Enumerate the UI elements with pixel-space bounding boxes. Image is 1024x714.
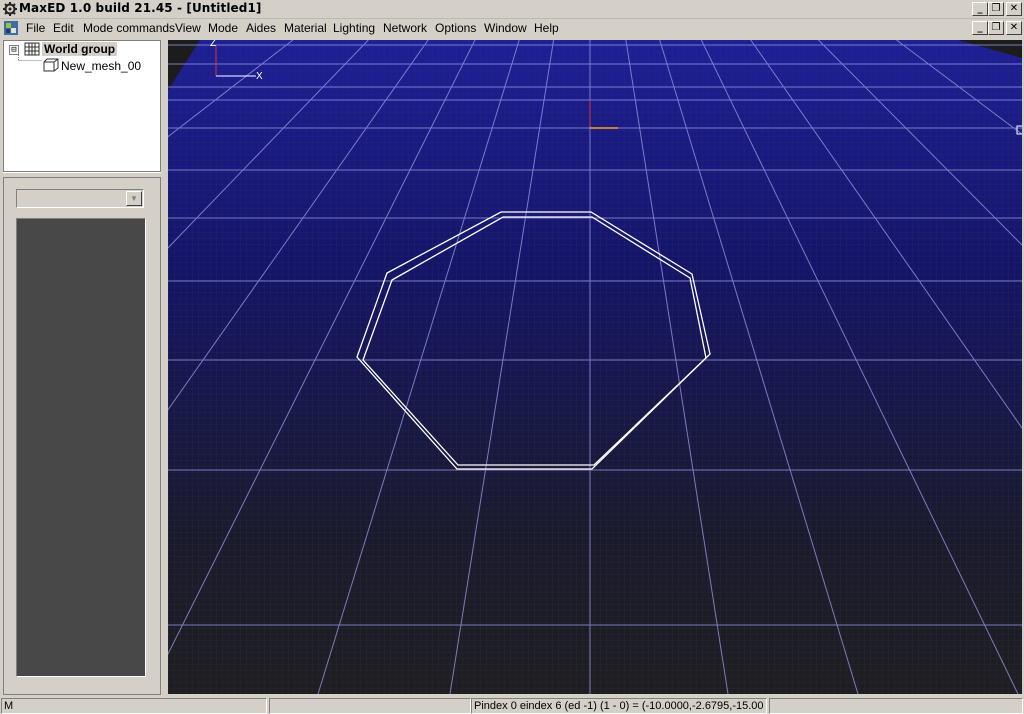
menu-material[interactable]: Material — [284, 21, 327, 35]
document-icon[interactable] — [3, 20, 19, 36]
menu-mode[interactable]: Mode — [208, 21, 238, 35]
menu-mode-commands[interactable]: Mode commands — [83, 21, 175, 35]
mdi-restore-button[interactable]: ❐ — [988, 21, 1004, 35]
property-select[interactable]: ▼ — [16, 189, 144, 208]
status-panel-left: M — [1, 698, 267, 714]
status-panel-middle — [269, 698, 471, 714]
menu-window[interactable]: Window — [484, 21, 527, 35]
menu-edit[interactable]: Edit — [53, 21, 74, 35]
3d-viewport[interactable]: Z X — [168, 40, 1022, 694]
menu-view[interactable]: View — [175, 21, 201, 35]
minor-grid — [168, 40, 1022, 694]
viewport-canvas[interactable]: Z X — [168, 40, 1022, 694]
scene-tree[interactable]: ⊟ World group New_mesh_00 — [3, 40, 161, 172]
mdi-close-button[interactable]: ✕ — [1006, 21, 1022, 35]
tree-connector — [18, 53, 42, 61]
status-panel-info: Pindex 0 eindex 6 (ed -1) (1 - 0) = (-10… — [471, 698, 767, 714]
menu-options[interactable]: Options — [435, 21, 476, 35]
properties-panel: ▼ — [3, 177, 161, 695]
status-panel-right — [769, 698, 1023, 714]
close-button[interactable]: ✕ — [1006, 2, 1022, 16]
chevron-down-icon[interactable]: ▼ — [126, 191, 142, 206]
menu-network[interactable]: Network — [383, 21, 427, 35]
mdi-minimize-button[interactable]: _ — [972, 21, 988, 35]
status-bar: M Pindex 0 eindex 6 (ed -1) (1 - 0) = (-… — [0, 697, 1024, 714]
menu-file[interactable]: File — [26, 21, 45, 35]
menu-bar: File Edit Mode commands View Mode Aides … — [0, 19, 1024, 38]
minimize-button[interactable]: _ — [972, 2, 988, 16]
tree-item-world-group[interactable]: World group — [42, 42, 118, 56]
axis-x-label: X — [256, 71, 263, 82]
tree-item-new-mesh[interactable]: New_mesh_00 — [61, 59, 141, 73]
menu-help[interactable]: Help — [534, 21, 559, 35]
restore-button[interactable]: ❐ — [988, 2, 1004, 16]
menu-aides[interactable]: Aides — [246, 21, 276, 35]
gear-icon — [3, 2, 17, 16]
window-title: MaxED 1.0 build 21.45 - [Untitled1] — [19, 1, 262, 15]
property-list[interactable] — [16, 218, 146, 677]
axis-z-label: Z — [210, 40, 216, 49]
menu-lighting[interactable]: Lighting — [333, 21, 375, 35]
mesh-icon — [43, 58, 59, 72]
title-bar[interactable]: MaxED 1.0 build 21.45 - [Untitled1] _ ❐ … — [0, 0, 1024, 19]
